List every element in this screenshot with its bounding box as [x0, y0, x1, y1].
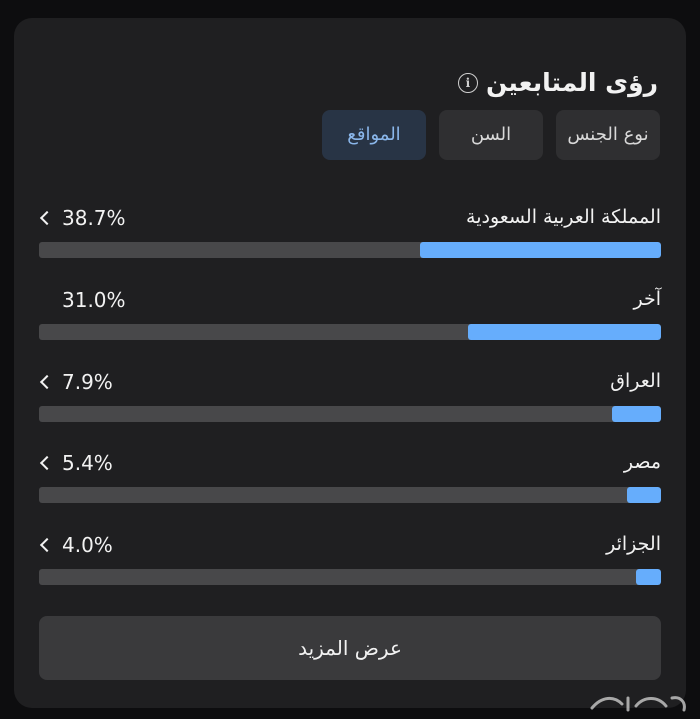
tab-age[interactable]: السن — [439, 110, 543, 160]
location-row[interactable]: المملكة العربية السعودية 38.7% — [39, 206, 661, 266]
chevron-left-icon[interactable] — [39, 537, 55, 553]
info-icon[interactable]: i — [457, 72, 478, 93]
show-more-button[interactable]: عرض المزيد — [39, 616, 661, 680]
location-row[interactable]: العراق 7.9% — [39, 370, 661, 430]
progress-bar-fill — [636, 569, 661, 585]
location-name: آخر — [633, 288, 661, 310]
progress-bar-track — [39, 487, 661, 503]
follower-insights-card: رؤى المتابعين i نوع الجنس السن المواقع ا… — [14, 18, 686, 708]
chevron-left-icon[interactable] — [39, 455, 55, 471]
location-percentage: 38.7% — [62, 206, 126, 230]
chevron-left-icon[interactable] — [39, 374, 55, 390]
location-percentage: 31.0% — [62, 288, 126, 312]
insight-tabs: نوع الجنس السن المواقع — [322, 110, 660, 160]
page-title: رؤى المتابعين — [485, 68, 658, 97]
progress-bar-track — [39, 406, 661, 422]
progress-bar-fill — [468, 324, 661, 340]
location-row[interactable]: مصر 5.4% — [39, 451, 661, 511]
location-name: مصر — [623, 451, 661, 473]
progress-bar-track — [39, 569, 661, 585]
progress-bar-track — [39, 324, 661, 340]
haraj-watermark-logo — [590, 696, 686, 712]
location-row: آخر 31.0% — [39, 288, 661, 348]
progress-bar-fill — [611, 406, 661, 422]
progress-bar-track — [39, 242, 661, 258]
location-percentage: 5.4% — [62, 451, 113, 475]
location-name: العراق — [610, 370, 661, 392]
location-name: الجزائر — [606, 533, 661, 555]
tab-locations[interactable]: المواقع — [322, 110, 426, 160]
location-name: المملكة العربية السعودية — [466, 206, 661, 228]
progress-bar-fill — [627, 487, 661, 503]
location-row[interactable]: الجزائر 4.0% — [39, 533, 661, 593]
location-percentage: 4.0% — [62, 533, 113, 557]
location-percentage: 7.9% — [62, 370, 113, 394]
tab-gender[interactable]: نوع الجنس — [556, 110, 660, 160]
progress-bar-fill — [420, 242, 661, 258]
chevron-left-icon[interactable] — [39, 210, 55, 226]
card-header: رؤى المتابعين i — [457, 68, 658, 97]
